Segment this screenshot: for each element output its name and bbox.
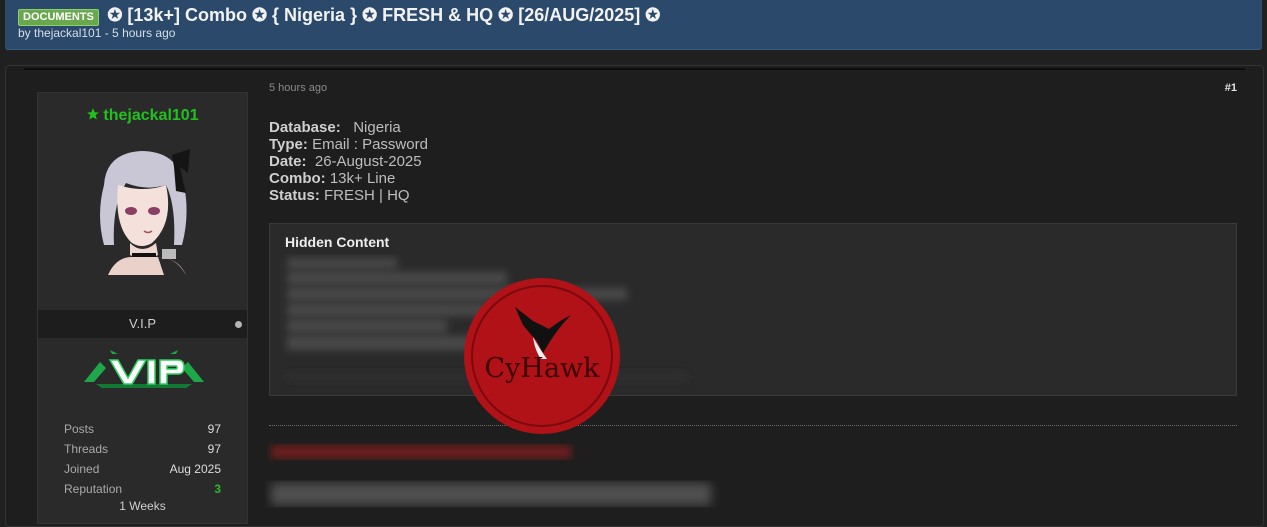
- stat-label: Joined: [64, 462, 100, 476]
- reputation-value[interactable]: 3: [214, 479, 221, 499]
- thread-header: DOCUMENTS ✪ [13k+] Combo ✪ { Nigeria } ✪…: [5, 0, 1262, 50]
- cyhawk-watermark-logo: CyHawk: [464, 278, 620, 434]
- stat-label: Reputation: [64, 482, 123, 496]
- offline-status-icon: [235, 321, 242, 328]
- field-value: Nigeria: [353, 119, 401, 136]
- thread-title: ✪ [13k+] Combo ✪ { Nigeria } ✪ FRESH & H…: [107, 5, 661, 25]
- blurred-white-text: [271, 483, 711, 505]
- stat-row-reputation: Reputation 3: [64, 479, 221, 499]
- field-type: Type: Email : Password: [269, 136, 428, 153]
- post-number-link[interactable]: #1: [1225, 82, 1237, 94]
- thread-title-row: DOCUMENTS ✪ [13k+] Combo ✪ { Nigeria } ✪…: [18, 5, 660, 26]
- username: thejackal101: [103, 107, 199, 124]
- field-status: Status: FRESH | HQ: [269, 187, 428, 204]
- hidden-content-box: Hidden Content: [269, 223, 1237, 396]
- stat-row-joined: Joined Aug 2025: [64, 459, 221, 479]
- divider: [269, 425, 1237, 426]
- star-icon: [87, 108, 100, 120]
- field-label: Status:: [269, 187, 320, 204]
- field-value: FRESH | HQ: [324, 187, 410, 204]
- stat-row-threads: Threads 97: [64, 439, 221, 459]
- blurred-red-text: [271, 445, 571, 459]
- field-label: Combo:: [269, 170, 326, 187]
- field-database: Database: Nigeria: [269, 119, 428, 136]
- rank-label: V.I.P: [129, 316, 156, 331]
- stat-value[interactable]: 97: [208, 439, 221, 459]
- username-link[interactable]: thejackal101: [38, 107, 247, 125]
- user-stats: Posts 97 Threads 97 Joined Aug 2025 Repu…: [64, 419, 221, 513]
- watermark-text: CyHawk: [484, 353, 600, 384]
- field-value: Email : Password: [312, 136, 428, 153]
- vip-logo: [84, 350, 204, 388]
- divider: [24, 68, 1245, 70]
- field-combo: Combo: 13k+ Line: [269, 170, 428, 187]
- rank-bar: V.I.P: [38, 310, 247, 338]
- prefix-badge[interactable]: DOCUMENTS: [18, 9, 99, 26]
- field-label: Type:: [269, 136, 308, 153]
- post-date: 5 hours ago: [269, 82, 328, 94]
- post-body: Database: Nigeria Type: Email : Password…: [269, 119, 428, 204]
- activity-time: 1 Weeks: [119, 499, 166, 513]
- hidden-content-title: Hidden Content: [285, 234, 390, 250]
- stat-row-posts: Posts 97: [64, 419, 221, 439]
- author-panel: thejackal101 V.I.P Posts 97 Threads 97 J…: [37, 92, 248, 524]
- field-value: 13k+ Line: [329, 170, 396, 187]
- thread-meta: by thejackal101 - 5 hours ago: [18, 26, 176, 40]
- stat-value[interactable]: 97: [208, 419, 221, 439]
- field-value: 26-August-2025: [314, 153, 422, 170]
- stat-label: Threads: [64, 442, 109, 456]
- avatar[interactable]: [86, 145, 201, 275]
- field-label: Date:: [269, 153, 307, 170]
- stat-label: Posts: [64, 422, 95, 436]
- field-label: Database:: [269, 119, 341, 136]
- stat-value: Aug 2025: [169, 462, 221, 476]
- field-date: Date: 26-August-2025: [269, 153, 428, 170]
